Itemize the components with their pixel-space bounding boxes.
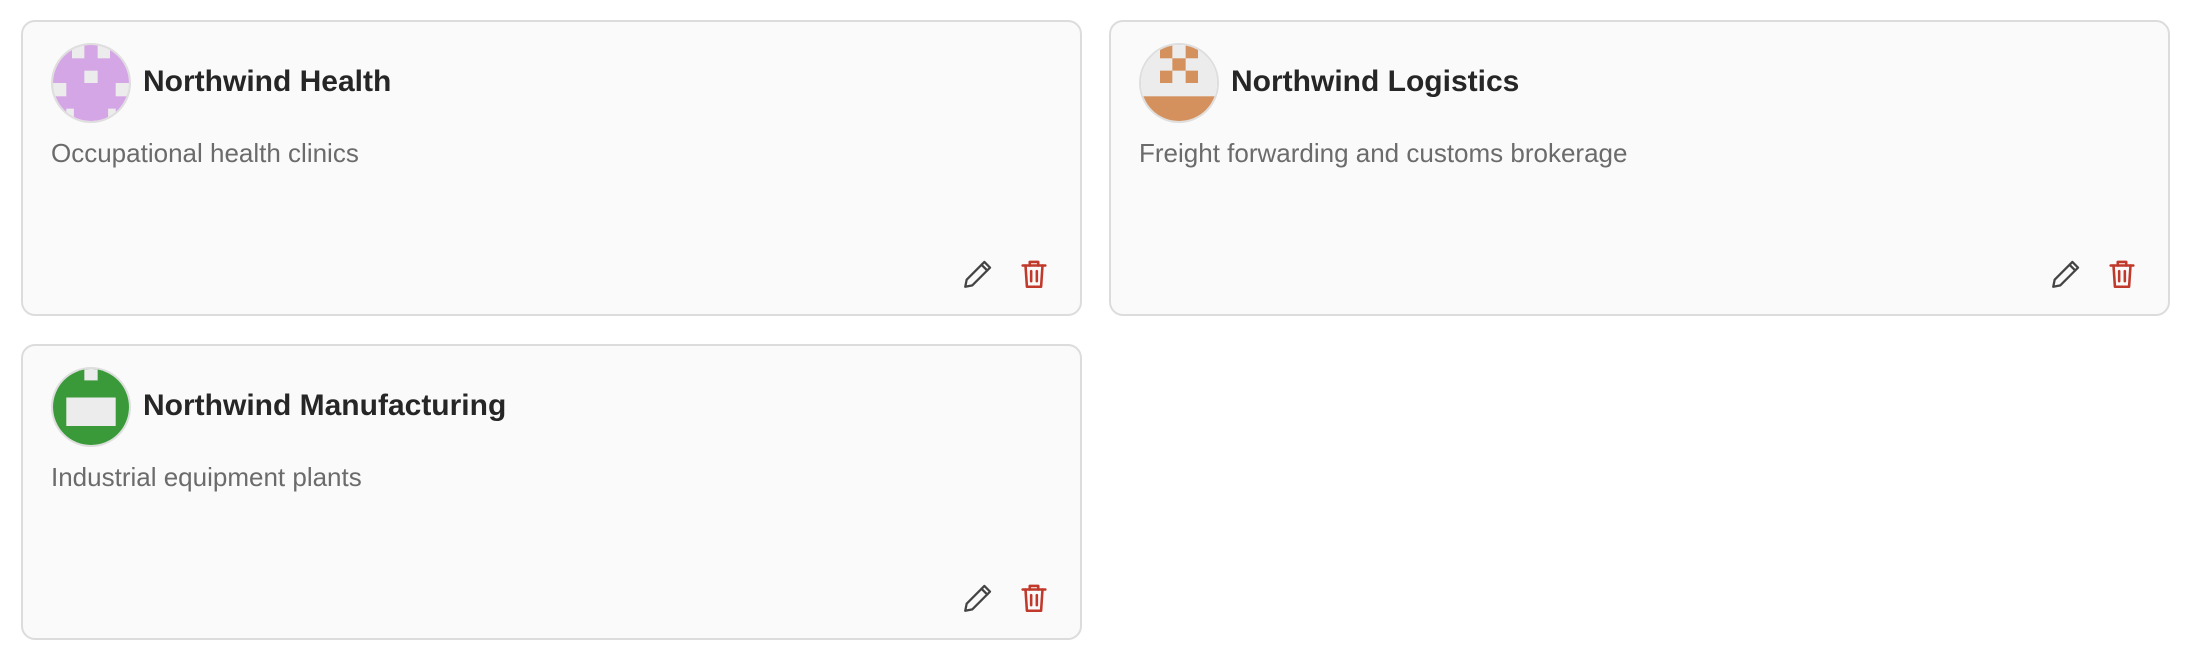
identicon-avatar-icon (53, 369, 129, 445)
identicon-avatar (51, 43, 131, 123)
trash-icon (1021, 584, 1047, 613)
pencil-icon (964, 584, 992, 612)
identicon-avatar (51, 367, 131, 447)
delete-button[interactable] (2104, 256, 2140, 292)
identicon-avatar-icon (53, 45, 129, 121)
edit-button[interactable] (960, 580, 996, 616)
delete-button[interactable] (1016, 256, 1052, 292)
organization-description: Industrial equipment plants (51, 462, 362, 492)
trash-icon (1021, 260, 1047, 289)
organization-name: Northwind Health (143, 65, 392, 98)
organization-description: Freight forwarding and customs brokerage (1139, 138, 1628, 168)
trash-icon (2109, 260, 2135, 289)
identicon-avatar-icon (1141, 45, 1217, 121)
delete-button[interactable] (1016, 580, 1052, 616)
edit-button[interactable] (960, 256, 996, 292)
organization-name: Northwind Logistics (1231, 65, 1520, 98)
pencil-icon (2052, 260, 2080, 288)
card-actions (2048, 256, 2140, 292)
organization-card[interactable]: Northwind Manufacturing Industrial equip… (21, 344, 1082, 640)
pencil-icon (964, 260, 992, 288)
organization-card-grid: Northwind Health Occupational health cli… (0, 0, 2192, 664)
organization-card[interactable]: Northwind Logistics Freight forwarding a… (1109, 20, 2170, 316)
card-actions (960, 580, 1052, 616)
identicon-avatar (1139, 43, 1219, 123)
organization-description: Occupational health clinics (51, 138, 359, 168)
card-actions (960, 256, 1052, 292)
edit-button[interactable] (2048, 256, 2084, 292)
organization-name: Northwind Manufacturing (143, 389, 507, 422)
organization-card[interactable]: Northwind Health Occupational health cli… (21, 20, 1082, 316)
